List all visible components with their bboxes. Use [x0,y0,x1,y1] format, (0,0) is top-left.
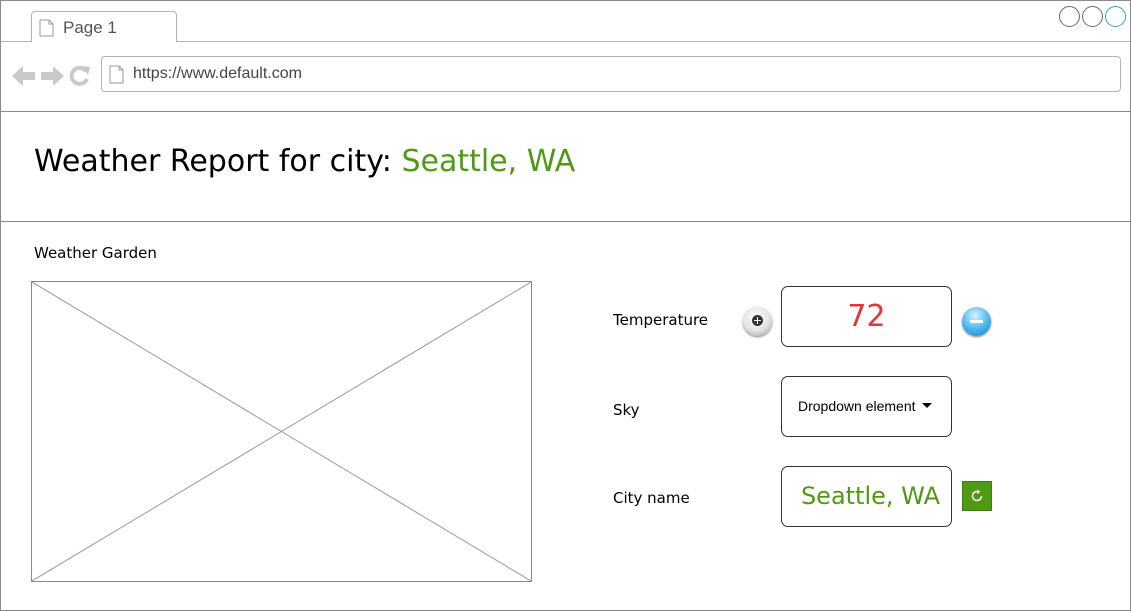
increment-button[interactable] [743,307,772,336]
tab-page-1[interactable]: Page 1 [31,11,177,43]
sky-dropdown[interactable]: Dropdown element [781,376,952,437]
tab-strip: Page 1 [1,1,1130,43]
document-icon [39,19,54,37]
browser-window: Page 1 https://www.default.com Weather R… [0,0,1131,611]
maximize-icon[interactable] [1082,6,1103,27]
city-value: Seattle, WA [800,482,940,510]
back-arrow-icon[interactable] [11,64,37,88]
decrement-button[interactable] [962,307,991,336]
address-bar[interactable]: https://www.default.com [101,56,1121,92]
city-input[interactable]: Seattle, WA [781,466,952,527]
dropdown-value: Dropdown element [798,398,916,414]
navigation-bar: https://www.default.com [1,42,1130,112]
nav-buttons [11,64,93,88]
weather-garden-label: Weather Garden [34,244,157,262]
page-icon [109,65,124,84]
temperature-field[interactable]: 72 [781,286,952,347]
tab-label: Page 1 [63,18,117,37]
temperature-label: Temperature [613,311,709,329]
window-controls [1059,6,1126,27]
image-placeholder-icon [31,281,532,582]
plus-icon [752,315,763,326]
forward-arrow-icon[interactable] [39,64,65,88]
dropdown-selected: Dropdown element [798,398,932,414]
page-title: Weather Report for city: Seattle, WA [34,144,575,179]
reload-icon[interactable] [67,64,93,88]
caret-down-icon [921,402,932,408]
close-icon[interactable] [1105,6,1126,27]
temperature-value: 72 [847,299,886,334]
city-label: City name [613,489,690,507]
minus-icon [970,320,983,323]
page-header: Weather Report for city: Seattle, WA [1,112,1130,222]
title-prefix: Weather Report for city: [34,144,402,179]
url-text: https://www.default.com [133,65,302,82]
minimize-icon[interactable] [1059,6,1080,27]
sky-label: Sky [613,401,640,419]
refresh-icon [971,489,983,502]
title-city: Seattle, WA [401,144,576,179]
refresh-button[interactable] [962,481,992,511]
